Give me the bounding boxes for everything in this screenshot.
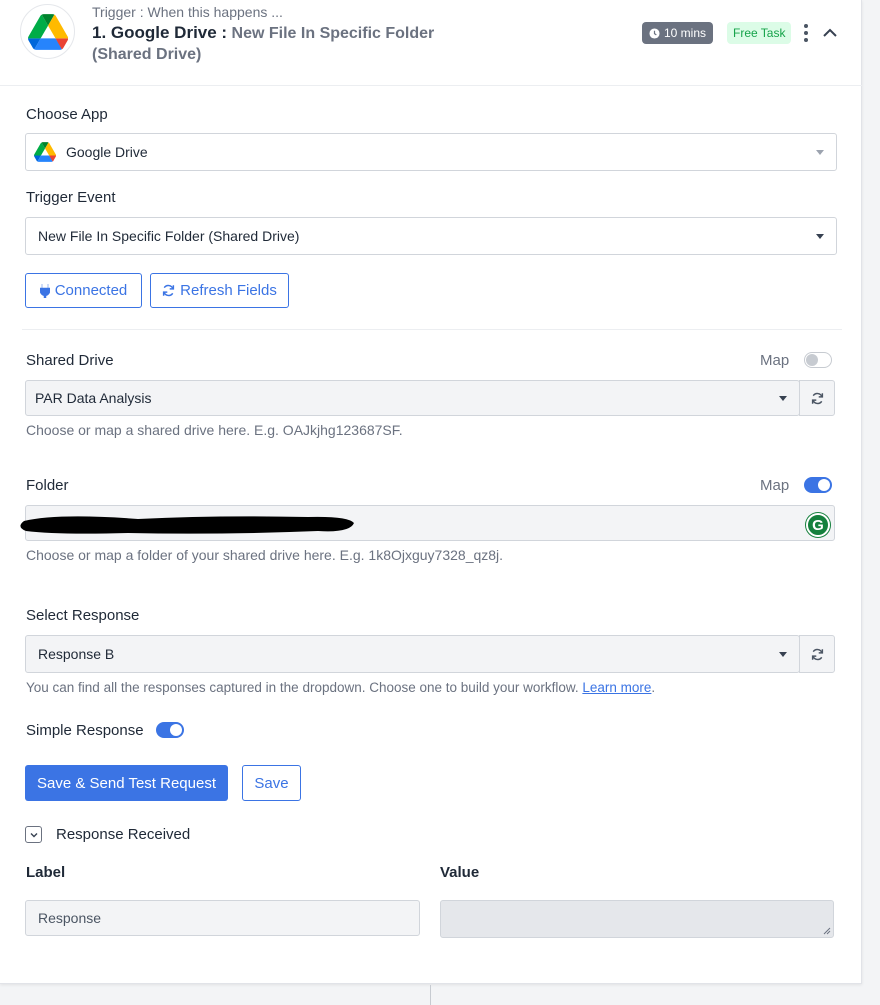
clock-icon xyxy=(649,27,660,39)
choose-app-label: Choose App xyxy=(26,106,108,123)
folder-map-label: Map xyxy=(760,477,790,494)
select-response-help: You can find all the responses captured … xyxy=(26,680,655,695)
more-options-icon[interactable] xyxy=(800,22,812,44)
refresh-icon xyxy=(811,392,823,404)
response-label-value: Response xyxy=(38,910,102,926)
trigger-event-select[interactable]: New File In Specific Folder (Shared Driv… xyxy=(25,217,837,255)
choose-app-value: Google Drive xyxy=(66,144,148,160)
save-button[interactable]: Save xyxy=(242,765,301,801)
chevron-up-icon[interactable] xyxy=(820,23,840,43)
label-column-header: Label xyxy=(26,864,66,881)
select-response-label: Select Response xyxy=(26,607,140,624)
select-response-help-text: You can find all the responses captured … xyxy=(26,680,579,695)
response-received-toggle[interactable] xyxy=(25,826,42,843)
refresh-fields-button[interactable]: Refresh Fields xyxy=(150,273,289,308)
refresh-fields-label: Refresh Fields xyxy=(180,282,277,299)
time-badge-label: 10 mins xyxy=(664,26,707,40)
step-title: 1. Google Drive : New File In Specific F… xyxy=(92,22,472,65)
grammarly-icon[interactable]: G xyxy=(806,513,830,537)
response-value-field[interactable] xyxy=(440,900,834,938)
select-response-value: Response B xyxy=(38,646,115,662)
google-drive-icon xyxy=(34,142,56,162)
simple-response-toggle[interactable] xyxy=(156,722,184,738)
trigger-caption: Trigger : When this happens ... xyxy=(92,4,283,20)
value-column-header: Value xyxy=(440,864,480,881)
free-task-badge: Free Task xyxy=(727,22,792,44)
refresh-icon xyxy=(163,284,175,297)
select-response-select[interactable]: Response B xyxy=(25,635,800,673)
caret-down-icon xyxy=(816,234,824,239)
shared-drive-help: Choose or map a shared drive here. E.g. … xyxy=(26,422,403,438)
connector-line xyxy=(430,985,431,1005)
folder-help: Choose or map a folder of your shared dr… xyxy=(26,547,504,563)
response-label-field: Response xyxy=(25,900,420,936)
folder-label: Folder xyxy=(26,477,69,494)
time-badge: 10 mins xyxy=(642,22,714,44)
caret-down-icon xyxy=(779,652,787,657)
plug-icon xyxy=(39,283,50,298)
refresh-icon xyxy=(811,648,823,660)
shared-drive-value: PAR Data Analysis xyxy=(35,390,152,406)
shared-drive-map-toggle[interactable] xyxy=(804,352,832,368)
shared-drive-label: Shared Drive xyxy=(26,352,114,369)
response-received-label: Response Received xyxy=(56,826,191,843)
shared-drive-refresh-button[interactable] xyxy=(799,380,835,416)
folder-map-toggle[interactable] xyxy=(804,477,832,493)
google-drive-logo xyxy=(20,4,75,59)
chevron-down-icon xyxy=(30,832,37,837)
redaction-mark xyxy=(20,516,354,534)
shared-drive-select[interactable]: PAR Data Analysis xyxy=(25,380,800,416)
section-divider xyxy=(22,329,842,330)
caret-down-icon xyxy=(779,396,787,401)
resize-handle-icon xyxy=(823,927,831,935)
shared-drive-map-label: Map xyxy=(760,352,790,369)
trigger-step-card: Trigger : When this happens ... 1. Googl… xyxy=(0,0,862,984)
choose-app-select[interactable]: Google Drive xyxy=(25,133,837,171)
trigger-event-value: New File In Specific Folder (Shared Driv… xyxy=(38,228,300,244)
step-app-name: 1. Google Drive : xyxy=(92,23,228,42)
connected-label: Connected xyxy=(54,282,128,299)
select-response-refresh-button[interactable] xyxy=(799,635,835,673)
step-header[interactable]: Trigger : When this happens ... 1. Googl… xyxy=(0,0,862,86)
learn-more-link[interactable]: Learn more xyxy=(582,680,651,695)
trigger-event-label: Trigger Event xyxy=(26,189,116,206)
google-drive-icon xyxy=(27,13,68,50)
save-send-test-button[interactable]: Save & Send Test Request xyxy=(25,765,228,801)
help-period: . xyxy=(651,680,656,695)
connected-button[interactable]: Connected xyxy=(25,273,142,308)
simple-response-label: Simple Response xyxy=(26,722,144,739)
caret-down-icon xyxy=(816,150,824,155)
